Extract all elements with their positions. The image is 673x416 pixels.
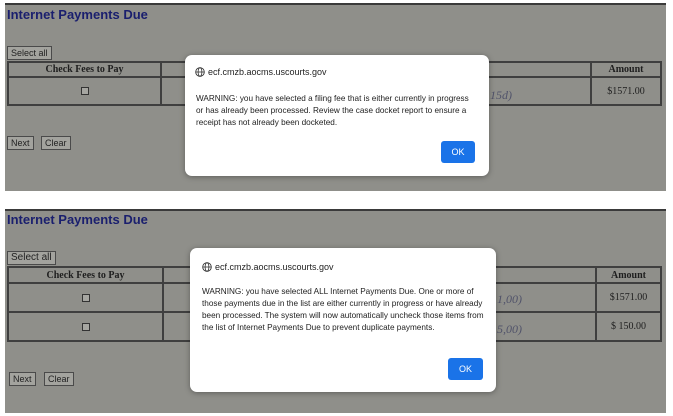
fee-checkbox[interactable] <box>81 293 90 302</box>
dialog-message: WARNING: you have selected a filing fee … <box>196 94 469 127</box>
amount-cell: $1571.00 <box>596 283 661 312</box>
select-all-button[interactable]: Select all <box>7 46 52 60</box>
next-button[interactable]: Next <box>7 136 34 150</box>
obscured-text: 5,00) <box>497 322 522 336</box>
clear-button[interactable]: Clear <box>44 372 74 386</box>
column-header-amount: Amount <box>596 267 661 283</box>
dialog-origin-text: ecf.cmzb.aocms.uscourts.gov <box>208 67 327 77</box>
globe-icon <box>202 262 212 272</box>
select-all-button[interactable]: Select all <box>7 251 56 265</box>
ok-button[interactable]: OK <box>448 358 483 380</box>
amount-cell: $ 150.00 <box>596 312 661 341</box>
dialog-origin-text: ecf.cmzb.aocms.uscourts.gov <box>215 262 334 272</box>
fee-checkbox[interactable] <box>80 87 89 95</box>
fee-checkbox[interactable] <box>81 322 90 331</box>
column-header-amount: Amount <box>591 62 661 77</box>
column-header-fees: Check Fees to Pay <box>8 267 163 283</box>
dialog-message: WARNING: you have selected ALL Internet … <box>202 287 484 332</box>
clear-button[interactable]: Clear <box>41 136 71 150</box>
table-row <box>8 77 161 105</box>
obscured-text: 15d) <box>490 88 512 102</box>
globe-icon <box>195 67 205 77</box>
warning-dialog-top: ecf.cmzb.aocms.uscourts.gov WARNING: you… <box>185 55 489 176</box>
page-title: Internet Payments Due <box>7 7 148 22</box>
table-row <box>8 312 163 341</box>
table-row <box>8 283 163 312</box>
column-header-fees: Check Fees to Pay <box>8 62 161 77</box>
ok-button[interactable]: OK <box>441 141 475 163</box>
next-button[interactable]: Next <box>9 372 36 386</box>
obscured-text: 1,00) <box>497 292 522 306</box>
dialog-origin: ecf.cmzb.aocms.uscourts.gov <box>195 67 327 77</box>
amount-cell: $1571.00 <box>591 77 661 105</box>
dialog-origin: ecf.cmzb.aocms.uscourts.gov <box>202 262 334 272</box>
page-title: Internet Payments Due <box>7 212 148 227</box>
warning-dialog-bottom: ecf.cmzb.aocms.uscourts.gov WARNING: you… <box>190 248 496 392</box>
